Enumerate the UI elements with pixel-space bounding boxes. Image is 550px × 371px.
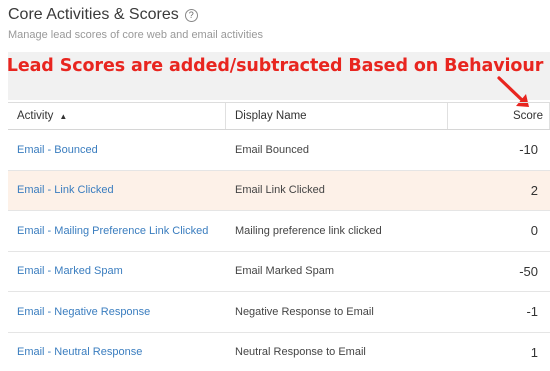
activity-link[interactable]: Email - Bounced — [17, 144, 98, 156]
display-name-cell: Neutral Response to Email — [235, 346, 366, 359]
column-header-score-label: Score — [512, 110, 543, 122]
column-header-activity[interactable]: Activity ▲ — [8, 103, 226, 129]
sort-ascending-icon[interactable]: ▲ — [59, 112, 67, 121]
column-header-display-name[interactable]: Display Name — [226, 103, 448, 129]
display-name-cell: Mailing preference link clicked — [235, 224, 382, 237]
table-row: Email - Link Clicked Email Link Clicked … — [8, 170, 550, 211]
score-cell[interactable]: 2 — [531, 183, 544, 198]
page-title: Core Activities & Scores — [8, 6, 179, 23]
table-row: Email - Neutral Response Neutral Respons… — [8, 333, 550, 371]
display-name-cell: Negative Response to Email — [235, 305, 374, 318]
score-cell[interactable]: 1 — [531, 345, 544, 360]
page-subtitle: Manage lead scores of core web and email… — [8, 29, 263, 41]
help-icon[interactable]: ? — [184, 8, 198, 22]
score-cell[interactable]: -1 — [526, 304, 544, 319]
page-header: Core Activities & Scores ? Manage lead s… — [8, 6, 263, 41]
activity-link[interactable]: Email - Neutral Response — [17, 346, 142, 358]
activity-link[interactable]: Email - Mailing Preference Link Clicked — [17, 225, 208, 237]
table-row: Email - Mailing Preference Link Clicked … — [8, 211, 550, 252]
table-row: Email - Marked Spam Email Marked Spam -5… — [8, 252, 550, 292]
activity-link[interactable]: Email - Negative Response — [17, 306, 150, 318]
score-cell[interactable]: -50 — [519, 264, 544, 279]
column-header-display-name-label: Display Name — [235, 110, 307, 122]
annotation-text: Lead Scores are added/subtracted Based o… — [6, 56, 544, 76]
activity-link[interactable]: Email - Link Clicked — [17, 184, 114, 196]
column-header-score[interactable]: Score — [448, 103, 550, 129]
display-name-cell: Email Marked Spam — [235, 265, 335, 278]
display-name-cell: Email Bounced — [235, 143, 309, 156]
column-header-activity-label: Activity — [17, 110, 54, 122]
table-row: Email - Negative Response Negative Respo… — [8, 292, 550, 333]
activity-link[interactable]: Email - Marked Spam — [17, 265, 123, 277]
score-cell[interactable]: -10 — [519, 142, 544, 157]
score-cell[interactable]: 0 — [531, 223, 544, 238]
table-row: Email - Bounced Email Bounced -10 — [8, 130, 550, 171]
activities-table: Activity ▲ Display Name Score Email - Bo… — [8, 102, 550, 371]
page-title-row: Core Activities & Scores ? — [8, 6, 263, 24]
table-header-row: Activity ▲ Display Name Score — [8, 103, 550, 130]
display-name-cell: Email Link Clicked — [235, 184, 325, 197]
